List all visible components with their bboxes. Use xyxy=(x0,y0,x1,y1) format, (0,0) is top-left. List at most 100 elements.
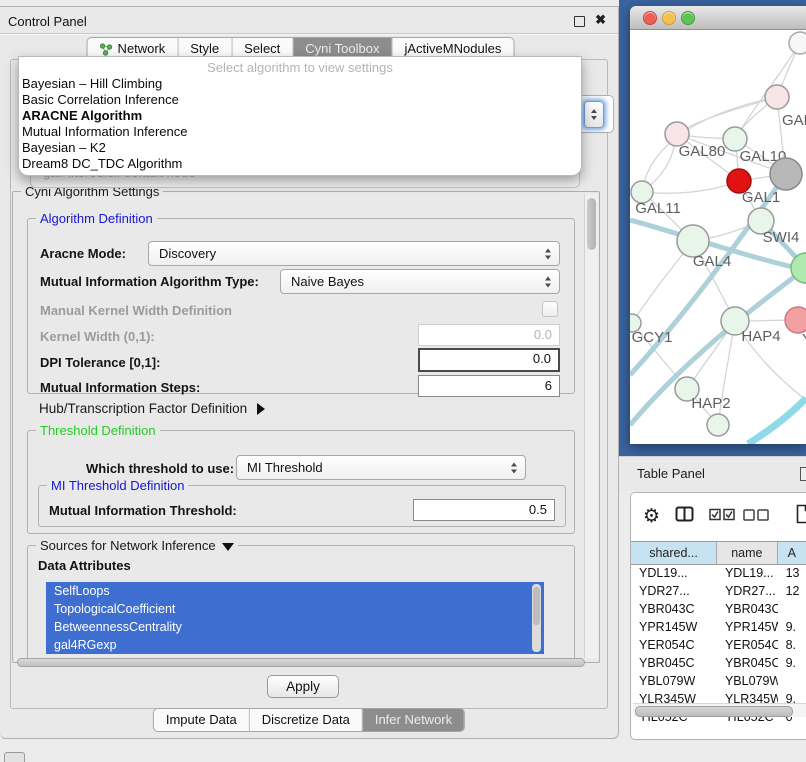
sources-group: Sources for Network Inference Data Attri… xyxy=(27,545,575,661)
network-node-label: Y xyxy=(802,331,806,348)
data-attribute-item[interactable]: TopologicalCoefficient xyxy=(46,600,544,618)
network-node-partial-top[interactable] xyxy=(789,32,806,54)
threshold-definition-title: Threshold Definition xyxy=(36,423,160,438)
checked-boxes-icon[interactable] xyxy=(709,508,735,521)
mi-threshold-label: Mutual Information Threshold: xyxy=(49,503,237,518)
settings-vertical-scrollbar[interactable] xyxy=(584,194,598,658)
network-window-titlebar[interactable] xyxy=(630,6,806,30)
which-threshold-select[interactable]: MI Threshold xyxy=(236,455,526,480)
algorithm-popup-item[interactable]: Bayesian – K2 xyxy=(19,140,581,156)
tab-label: Discretize Data xyxy=(262,709,350,731)
algorithm-popup-item[interactable]: Bayesian – Hill Climbing xyxy=(19,76,581,92)
which-threshold-label: Which threshold to use: xyxy=(86,461,234,476)
manual-kernel-width-checkbox[interactable] xyxy=(542,301,558,317)
spinner-icon xyxy=(545,276,551,287)
algorithm-popup-item[interactable]: Mutual Information Inference xyxy=(19,124,581,140)
table-horizontal-scrollbar-thumb[interactable] xyxy=(635,706,793,717)
table-cell: YDL19... xyxy=(717,564,778,582)
kernel-width-field[interactable]: 0.0 xyxy=(418,324,560,346)
kernel-width-label: Kernel Width (0,1): xyxy=(40,329,155,344)
float-window-icon[interactable] xyxy=(574,16,585,27)
table-cell: 13 xyxy=(778,564,806,582)
network-node-label: GAL4 xyxy=(693,253,731,270)
settings-horizontal-scrollbar-thumb[interactable] xyxy=(17,658,585,667)
tab-label: Impute Data xyxy=(166,709,237,731)
table-cell: YBL079W xyxy=(631,672,717,690)
apply-button[interactable]: Apply xyxy=(267,675,339,698)
table-panel: ⚙ shared...nameA YDL19...YDL19...13YDR27… xyxy=(630,492,806,740)
network-node-gray[interactable] xyxy=(770,158,802,190)
unchecked-boxes-icon[interactable] xyxy=(743,509,769,521)
table-column-header[interactable]: shared... xyxy=(631,542,717,564)
close-window-icon[interactable]: ✖ xyxy=(595,12,606,28)
table-row[interactable]: YDL19...YDL19...13 xyxy=(631,564,806,582)
dpi-tolerance-field[interactable]: 0.0 xyxy=(418,348,560,372)
table-cell: YBL079W xyxy=(717,672,778,690)
data-attribute-item[interactable]: SelfLoops xyxy=(46,582,544,600)
table-row[interactable]: YBL079WYBL079W xyxy=(631,672,806,690)
zoom-traffic-light-icon[interactable] xyxy=(681,11,695,25)
tab-impute-data[interactable]: Impute Data xyxy=(154,709,249,731)
table-row[interactable]: YBR045CYBR045C9. xyxy=(631,654,806,672)
expander-arrow-icon xyxy=(257,403,265,415)
settings-scrollbar-thumb[interactable] xyxy=(587,198,596,250)
tab-infer-network[interactable]: Infer Network xyxy=(362,709,464,731)
network-node-label: GAL xyxy=(782,112,806,129)
mi-threshold-definition-group: MI Threshold Definition Mutual Informati… xyxy=(38,485,566,527)
data-attribute-item[interactable]: BetweennessCentrality xyxy=(46,618,544,636)
network-node-label: GAL1 xyxy=(742,189,780,206)
network-node-label: SWI4 xyxy=(763,229,800,246)
attributes-scrollbar-thumb[interactable] xyxy=(533,587,540,625)
hub-expander[interactable]: Hub/Transcription Factor Definition xyxy=(39,401,265,416)
table-column-header[interactable]: A xyxy=(778,542,806,564)
table-toolbar: ⚙ xyxy=(631,493,806,541)
data-attributes-label: Data Attributes xyxy=(38,558,131,573)
document-icon[interactable] xyxy=(796,504,806,524)
algorithm-dropdown-popup: Select algorithm to view settings Bayesi… xyxy=(18,56,582,176)
network-edge-cyan xyxy=(748,398,806,444)
attributes-scrollbar[interactable] xyxy=(532,584,541,652)
mini-panel-icon[interactable] xyxy=(4,752,25,762)
combo-spinner-icon[interactable] xyxy=(584,101,604,128)
network-graph: GALGAL80GAL10GAL1GAL11SWI4GAL4GCY1HAP4YH… xyxy=(630,30,806,444)
mi-algorithm-type-select[interactable]: Naive Bayes xyxy=(280,269,560,294)
aracne-mode-select[interactable]: Discovery xyxy=(148,241,560,266)
table-row[interactable]: YER054CYER054C8. xyxy=(631,636,806,654)
minimize-traffic-light-icon[interactable] xyxy=(662,11,676,25)
network-node-partial-bottom[interactable] xyxy=(707,414,729,436)
table-horizontal-scrollbar[interactable] xyxy=(633,703,806,717)
spinner-icon xyxy=(545,248,551,259)
tab-discretize-data[interactable]: Discretize Data xyxy=(249,709,362,731)
sources-title[interactable]: Sources for Network Inference xyxy=(36,538,238,553)
mi-steps-label: Mutual Information Steps: xyxy=(40,380,200,395)
table-panel-float-icon[interactable] xyxy=(800,467,806,481)
table-row[interactable]: YDR27...YDR27...12 xyxy=(631,582,806,600)
table-header-row: shared...nameA xyxy=(631,541,806,565)
mi-steps-field[interactable]: 6 xyxy=(418,375,560,397)
network-node-gal-partial[interactable] xyxy=(765,85,789,109)
split-columns-icon[interactable] xyxy=(675,506,695,523)
algorithm-popup-item[interactable]: Dream8 DC_TDC Algorithm xyxy=(19,156,581,172)
network-tab-icon xyxy=(100,43,113,56)
titlebar-separator xyxy=(0,33,618,34)
table-row[interactable]: YBR043CYBR043C xyxy=(631,600,806,618)
network-node-label: GAL80 xyxy=(679,143,726,160)
gear-icon[interactable]: ⚙ xyxy=(643,505,660,527)
data-attribute-item[interactable]: gal4RGexp xyxy=(46,636,544,654)
network-node-label: GCY1 xyxy=(632,329,673,346)
table-cell: YER054C xyxy=(631,636,717,654)
table-column-header[interactable]: name xyxy=(717,542,778,564)
data-attributes-list[interactable]: SelfLoopsTopologicalCoefficientBetweenne… xyxy=(46,582,544,654)
close-traffic-light-icon[interactable] xyxy=(643,11,657,25)
mi-threshold-field[interactable]: 0.5 xyxy=(413,499,555,521)
table-row[interactable]: YPR145WYPR145W9. xyxy=(631,618,806,636)
mi-type-label: Mutual Information Algorithm Type: xyxy=(40,274,259,289)
table-cell xyxy=(778,600,806,618)
algorithm-popup-item[interactable]: ARACNE Algorithm xyxy=(19,108,581,124)
manual-kernel-width-label: Manual Kernel Width Definition xyxy=(40,303,232,318)
collapse-arrow-icon xyxy=(222,543,234,551)
network-canvas[interactable]: GALGAL80GAL10GAL1GAL11SWI4GAL4GCY1HAP4YH… xyxy=(630,30,806,444)
network-node-salmon[interactable] xyxy=(785,307,806,333)
settings-horizontal-scrollbar[interactable] xyxy=(17,658,585,668)
algorithm-popup-item[interactable]: Basic Correlation Inference xyxy=(19,92,581,108)
